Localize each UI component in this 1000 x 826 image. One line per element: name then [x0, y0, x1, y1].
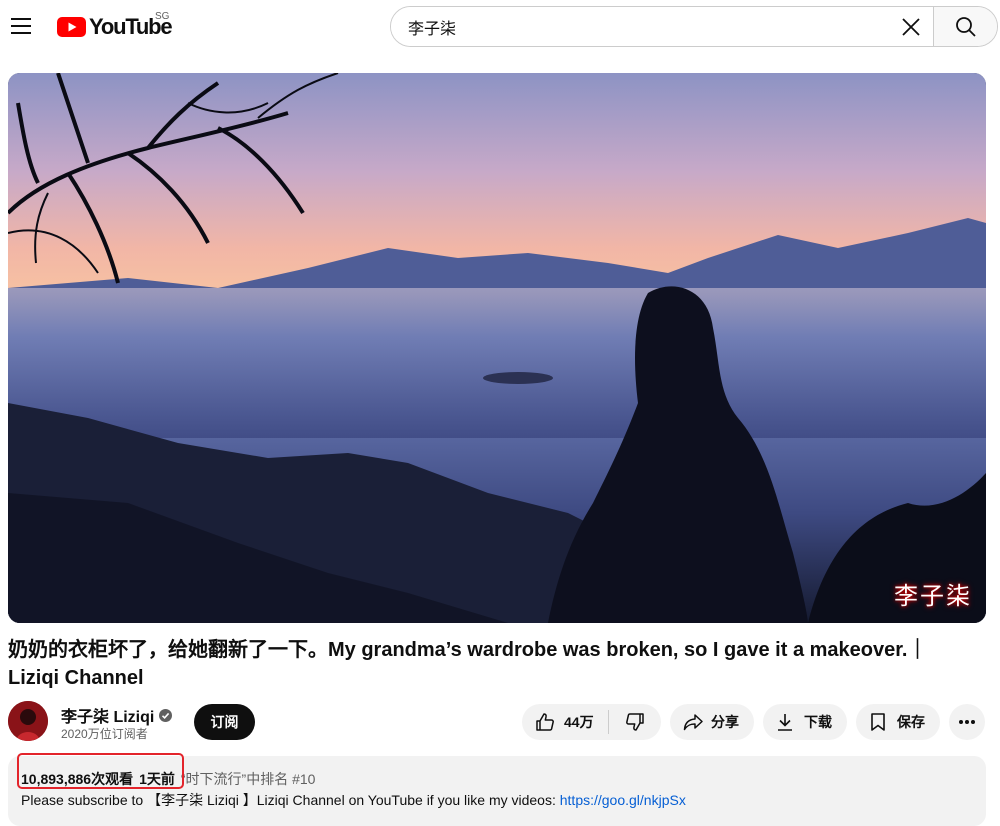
search-icon — [955, 16, 976, 37]
more-horizontal-icon — [959, 720, 975, 724]
search-input[interactable] — [391, 7, 889, 46]
like-button[interactable]: 44万 — [522, 704, 608, 740]
thumbs-up-icon — [536, 713, 554, 731]
bookmark-icon — [871, 713, 885, 731]
search-button[interactable] — [933, 7, 997, 46]
watermark-text: 李子柒 — [894, 582, 972, 610]
subscribe-link[interactable]: https://goo.gl/nkjpSx — [560, 792, 686, 808]
share-label: 分享 — [711, 714, 739, 730]
video-title: 奶奶的衣柜坏了，给她翻新了一下。My grandma’s wardrobe wa… — [8, 639, 928, 689]
region-code: SG — [155, 11, 170, 22]
description-prefix: Please subscribe to 【李子柒 Liziqi 】Liziqi … — [21, 792, 560, 808]
search-bar — [390, 6, 998, 47]
verified-icon — [159, 708, 173, 722]
description-meta: 10,893,886次观看 1天前 “时下流行”中排名 #10 — [21, 769, 315, 789]
view-count: 10,893,886次观看 — [21, 771, 134, 787]
menu-icon[interactable] — [8, 12, 34, 40]
download-button[interactable]: 下载 — [763, 704, 847, 740]
subscriber-count: 2020万位订阅者 — [61, 727, 148, 741]
youtube-play-icon — [57, 17, 86, 37]
channel-watermark: 李子柒 — [886, 561, 978, 613]
like-count: 44万 — [564, 714, 594, 730]
save-button[interactable]: 保存 — [856, 704, 940, 740]
thumbs-down-icon — [626, 713, 644, 731]
download-icon — [778, 714, 792, 731]
channel-avatar[interactable] — [8, 701, 48, 741]
upload-age: 1天前 — [139, 771, 175, 787]
like-dislike-group: 44万 — [522, 704, 661, 740]
share-icon — [683, 714, 703, 731]
save-label: 保存 — [897, 714, 925, 730]
top-bar: YouTube SG — [0, 0, 1000, 56]
more-actions-button[interactable] — [949, 704, 985, 740]
description-text: Please subscribe to 【李子柒 Liziqi 】Liziqi … — [21, 790, 686, 810]
description-box[interactable]: 10,893,886次观看 1天前 “时下流行”中排名 #10 Please s… — [8, 756, 986, 826]
trending-rank[interactable]: “时下流行”中排名 #10 — [181, 769, 316, 789]
download-label: 下载 — [804, 714, 832, 730]
video-player[interactable]: 李子柒 — [8, 73, 986, 623]
share-button[interactable]: 分享 — [670, 704, 754, 740]
video-frame — [8, 73, 986, 623]
channel-name[interactable]: 李子柒 Liziqi — [61, 703, 173, 727]
channel-name-text[interactable]: 李子柒 Liziqi — [61, 703, 154, 727]
dislike-button[interactable] — [609, 704, 661, 740]
subscribe-button[interactable]: 订阅 — [194, 704, 255, 740]
clear-search-icon[interactable] — [889, 7, 933, 46]
